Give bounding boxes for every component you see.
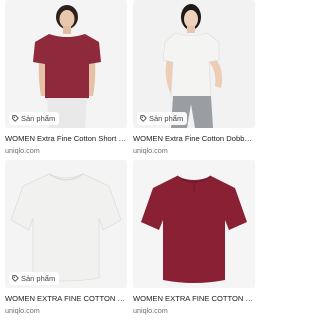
product-badge: Sản phẩm [137, 112, 188, 125]
result-title[interactable]: WOMEN EXTRA FINE COTTON SHORT SLEEVE BLO… [5, 294, 127, 304]
tag-icon [12, 275, 19, 282]
result-card[interactable]: WOMEN EXTRA FINE COTTON SHORT SLEEVE BLO… [133, 160, 255, 316]
result-card[interactable]: Sản phẩm WOMEN EXTRA FINE COTTON SHORT S… [5, 160, 127, 316]
result-title[interactable]: WOMEN Extra Fine Cotton Dobby Blouse [133, 134, 255, 144]
result-card[interactable]: Sản phẩm WOMEN Extra Fine Cotton Short S… [5, 0, 127, 156]
result-source: uniqlo.com [133, 306, 168, 315]
badge-label: Sản phẩm [149, 114, 184, 123]
model-white-blouse-image [133, 0, 255, 128]
image-results-grid: Sản phẩm WOMEN Extra Fine Cotton Short S… [0, 0, 261, 320]
badge-label: Sản phẩm [21, 114, 56, 123]
result-thumbnail[interactable]: Sản phẩm [133, 0, 255, 128]
red-blouse-image [133, 160, 255, 288]
result-source: uniqlo.com [5, 146, 40, 155]
badge-label: Sản phẩm [21, 274, 56, 283]
result-card[interactable]: Sản phẩm WOMEN Extra Fine Cotton Dobby B… [133, 0, 255, 156]
result-thumbnail[interactable]: Sản phẩm [5, 0, 127, 128]
result-thumbnail[interactable]: Sản phẩm [5, 160, 127, 288]
tag-icon [12, 115, 19, 122]
result-title[interactable]: WOMEN EXTRA FINE COTTON SHORT SLEEVE BLO… [133, 294, 255, 304]
result-title[interactable]: WOMEN Extra Fine Cotton Short Sleeve T-S… [5, 134, 127, 144]
white-blouse-image [5, 160, 127, 288]
product-badge: Sản phẩm [9, 112, 60, 125]
product-badge: Sản phẩm [9, 272, 60, 285]
tag-icon [140, 115, 147, 122]
result-source: uniqlo.com [5, 306, 40, 315]
model-red-tshirt-image [5, 0, 127, 128]
result-thumbnail[interactable] [133, 160, 255, 288]
result-source: uniqlo.com [133, 146, 168, 155]
